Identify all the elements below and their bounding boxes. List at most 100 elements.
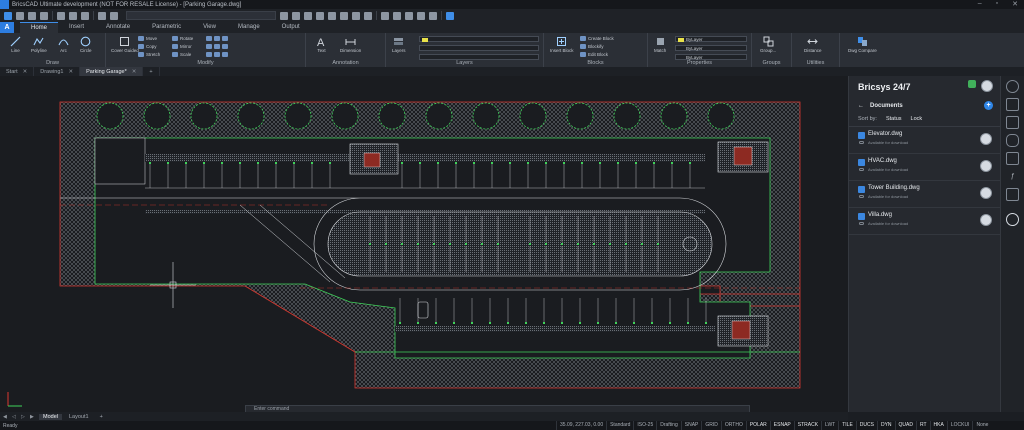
drawing-canvas[interactable] <box>0 76 848 412</box>
sync-status-icon[interactable] <box>968 80 976 88</box>
select-icon[interactable] <box>328 11 336 20</box>
layout-tab-model[interactable]: Model <box>39 413 62 420</box>
add-document-button[interactable]: + <box>984 101 993 110</box>
rotate-button[interactable]: Rotate <box>172 36 193 41</box>
status-toggle-dyn[interactable]: DYN <box>876 421 895 430</box>
formula-icon[interactable]: ƒ <box>1006 170 1019 183</box>
layers-button[interactable]: Layers <box>392 36 406 53</box>
status-toggle-standard[interactable]: Standard <box>606 421 633 430</box>
table-icon[interactable] <box>1006 152 1019 165</box>
structure-icon[interactable] <box>1006 188 1019 201</box>
erase-button[interactable] <box>206 52 228 57</box>
tab-home[interactable]: Home <box>20 22 59 33</box>
status-toggle-hka[interactable]: HKA <box>929 421 947 430</box>
zoom-extents-icon[interactable] <box>316 11 324 20</box>
visual-style-icon[interactable] <box>417 11 425 20</box>
status-toggle-lwt[interactable]: LWT <box>821 421 838 430</box>
color-dropdown[interactable]: ByLayer <box>675 36 747 42</box>
cover-guided-button[interactable]: Cover Guided <box>111 36 139 53</box>
create-block-button[interactable]: Create Block <box>580 36 614 41</box>
grid-icon[interactable] <box>340 11 348 20</box>
workspace-combo[interactable] <box>126 11 276 20</box>
layers-panel-icon[interactable] <box>1006 116 1019 129</box>
tips-icon[interactable] <box>1006 80 1019 93</box>
camera-icon[interactable] <box>429 11 437 20</box>
last-layout-icon[interactable]: ▶ <box>30 414 36 420</box>
text-button[interactable]: A Text <box>316 36 327 53</box>
status-toggle-polar[interactable]: POLAR <box>745 421 770 430</box>
properties-panel-icon[interactable] <box>1006 98 1019 111</box>
line-button[interactable]: Line <box>10 36 21 53</box>
status-toggle-lockui[interactable]: LOCKUI <box>946 421 973 430</box>
status-toggle-quad[interactable]: QUAD <box>894 421 916 430</box>
tab-parametric[interactable]: Parametric <box>141 22 192 33</box>
status-toggle-ortho[interactable]: ORTHO <box>720 421 746 430</box>
ortho-icon[interactable] <box>364 11 372 20</box>
circle-button[interactable]: Circle <box>80 36 92 53</box>
save-as-icon[interactable] <box>40 11 48 20</box>
next-layout-icon[interactable]: ▷ <box>21 414 27 420</box>
trim-button[interactable] <box>206 36 228 41</box>
app-menu-button[interactable]: A <box>0 22 14 33</box>
match-button[interactable]: Match <box>654 36 666 53</box>
layers-icon[interactable] <box>393 11 401 20</box>
dimension-button[interactable]: Dimension <box>340 36 361 53</box>
status-toggle-snap[interactable]: SNAP <box>680 421 702 430</box>
sort-lock[interactable]: Lock <box>911 116 923 122</box>
pan-icon[interactable] <box>280 11 288 20</box>
add-layout-button[interactable]: + <box>96 414 107 420</box>
file-item[interactable]: Tower Building.dwg Available for downloa… <box>849 181 1000 208</box>
close-tab-icon[interactable]: ✕ <box>23 69 28 75</box>
print-icon[interactable] <box>57 11 65 20</box>
print-preview-icon[interactable] <box>69 11 77 20</box>
snap-icon[interactable] <box>352 11 360 20</box>
tab-insert[interactable]: Insert <box>58 22 95 33</box>
doc-tab-parking-garage[interactable]: Parking Garage* ✕ <box>80 67 144 76</box>
layer-dropdown[interactable] <box>419 36 539 42</box>
tab-output[interactable]: Output <box>271 22 311 33</box>
offset-button[interactable] <box>206 44 228 49</box>
distance-button[interactable]: Distance <box>804 36 822 53</box>
tab-manage[interactable]: Manage <box>227 22 271 33</box>
polyline-button[interactable]: Polyline <box>31 36 47 53</box>
mirror-button[interactable]: Mirror <box>172 44 192 49</box>
status-toggle-drafting[interactable]: Drafting <box>656 421 681 430</box>
blockify-button[interactable]: Blockify <box>580 44 604 49</box>
layer-tools-row[interactable] <box>419 45 539 51</box>
minimize-icon[interactable]: – <box>978 0 982 8</box>
status-toggle-strack[interactable]: STRACK <box>793 421 821 430</box>
close-tab-icon[interactable]: ✕ <box>132 69 137 75</box>
status-toggle-tile[interactable]: TILE <box>838 421 856 430</box>
edit-block-button[interactable]: Edit Block <box>580 52 608 57</box>
back-arrow-icon[interactable]: ← <box>858 103 864 109</box>
file-item[interactable]: Villa.dwg Available for download <box>849 208 1000 235</box>
help-icon[interactable] <box>446 11 454 20</box>
redo-icon[interactable] <box>110 11 118 20</box>
maximize-icon[interactable]: ▫ <box>996 0 998 8</box>
file-item[interactable]: HVAC.dwg Available for download <box>849 154 1000 181</box>
zoom-icon[interactable] <box>292 11 300 20</box>
parking-garage-drawing[interactable] <box>0 76 848 412</box>
insert-block-button[interactable]: Insert Block <box>550 36 574 53</box>
render-icon[interactable] <box>405 11 413 20</box>
dwg-compare-button[interactable]: Dwg Compare <box>848 36 877 53</box>
file-item[interactable]: Elevator.dwg Available for download <box>849 127 1000 154</box>
plot-icon[interactable] <box>81 11 89 20</box>
doc-tab-start[interactable]: Start ✕ <box>0 67 35 76</box>
save-icon[interactable] <box>28 11 36 20</box>
sort-status[interactable]: Status <box>886 116 902 122</box>
close-tab-icon[interactable]: ✕ <box>68 69 73 75</box>
tab-view[interactable]: View <box>192 22 227 33</box>
new-tab-button[interactable]: + <box>143 67 160 76</box>
cloud-panel-icon[interactable] <box>1006 213 1019 226</box>
group-button[interactable]: Group... <box>760 36 776 53</box>
stretch-button[interactable]: Stretch <box>138 52 160 57</box>
status-toggle-ducs[interactable]: DUCS <box>855 421 877 430</box>
status-toggle-iso-25[interactable]: ISO-25 <box>633 421 656 430</box>
status-toggle-esnap[interactable]: ESNAP <box>769 421 794 430</box>
layout-tab-layout1[interactable]: Layout1 <box>65 414 93 420</box>
zoom-window-icon[interactable] <box>304 11 312 20</box>
status-toggle-grid[interactable]: GRID <box>701 421 721 430</box>
doc-tab-drawing1[interactable]: Drawing1 ✕ <box>34 67 81 76</box>
open-file-icon[interactable] <box>16 11 24 20</box>
